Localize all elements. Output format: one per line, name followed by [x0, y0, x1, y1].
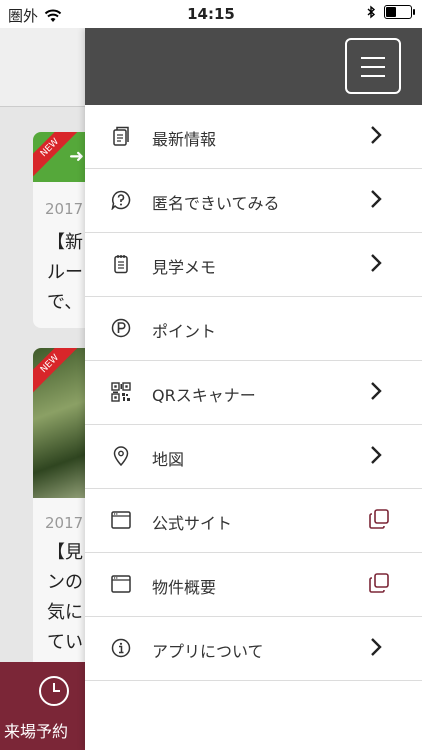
menu-item-label: アプリについて — [152, 642, 264, 661]
qr-icon — [111, 382, 131, 402]
menu-item-label: 地図 — [152, 450, 185, 469]
menu-item-news[interactable]: 最新情報 — [85, 105, 422, 169]
menu-item-label: 見学メモ — [152, 258, 217, 277]
menu-item-points[interactable]: ポイント — [85, 297, 422, 361]
news-icon — [113, 126, 129, 146]
map-pin-icon — [113, 446, 129, 466]
status-bar: 圏外 14:15 — [0, 0, 422, 28]
external-link-icon — [369, 509, 389, 529]
menu-item-anonymous-question[interactable]: 匿名できいてみる — [85, 169, 422, 233]
menu-item-label: 最新情報 — [152, 130, 217, 149]
menu-item-about-app[interactable]: アプリについて — [85, 617, 422, 681]
menu-item-label: QRスキャナー — [152, 386, 256, 405]
browser-window-icon — [111, 511, 131, 529]
card-text: 【見 ンの 気に てい — [47, 542, 83, 653]
arrow-right-icon: ➜ — [69, 146, 85, 167]
chevron-right-icon — [371, 126, 382, 144]
reservation-tab-label: 来場予約 — [4, 722, 69, 741]
menu-header — [85, 28, 422, 105]
clock-icon — [39, 676, 69, 706]
point-icon — [111, 318, 131, 338]
memo-icon — [114, 255, 128, 274]
menu-item-property-overview[interactable]: 物件概要 — [85, 553, 422, 617]
side-menu: 最新情報 匿名できいてみる 見学メモ ポイント QRスキャナー 地図 公式サイト… — [85, 28, 422, 750]
menu-item-label: 匿名できいてみる — [152, 194, 280, 213]
menu-item-official-site[interactable]: 公式サイト — [85, 489, 422, 553]
chevron-right-icon — [371, 382, 382, 400]
external-link-icon — [369, 573, 389, 593]
chevron-right-icon — [371, 254, 382, 272]
menu-item-qr-scanner[interactable]: QRスキャナー — [85, 361, 422, 425]
card-date: 2017 — [45, 514, 84, 532]
question-icon — [111, 190, 131, 210]
info-icon — [111, 638, 131, 658]
battery-icon — [384, 5, 415, 19]
menu-item-label: ポイント — [152, 322, 217, 341]
bluetooth-icon — [367, 5, 376, 19]
chevron-right-icon — [371, 446, 382, 464]
menu-list: 最新情報 匿名できいてみる 見学メモ ポイント QRスキャナー 地図 公式サイト… — [85, 105, 422, 681]
card-date: 2017 — [45, 200, 84, 218]
card-text: 【新 ルー で、 — [47, 232, 83, 313]
new-badge: NEW — [33, 348, 81, 395]
browser-window-icon — [111, 575, 131, 593]
menu-item-label: 物件概要 — [152, 578, 217, 597]
reservation-tab[interactable]: 来場予約 — [0, 662, 85, 750]
chevron-right-icon — [371, 638, 382, 656]
chevron-right-icon — [371, 190, 382, 208]
menu-toggle-button[interactable] — [345, 38, 401, 94]
clock-time: 14:15 — [187, 5, 235, 23]
menu-item-label: 公式サイト — [152, 514, 233, 533]
menu-item-visit-memo[interactable]: 見学メモ — [85, 233, 422, 297]
menu-item-map[interactable]: 地図 — [85, 425, 422, 489]
